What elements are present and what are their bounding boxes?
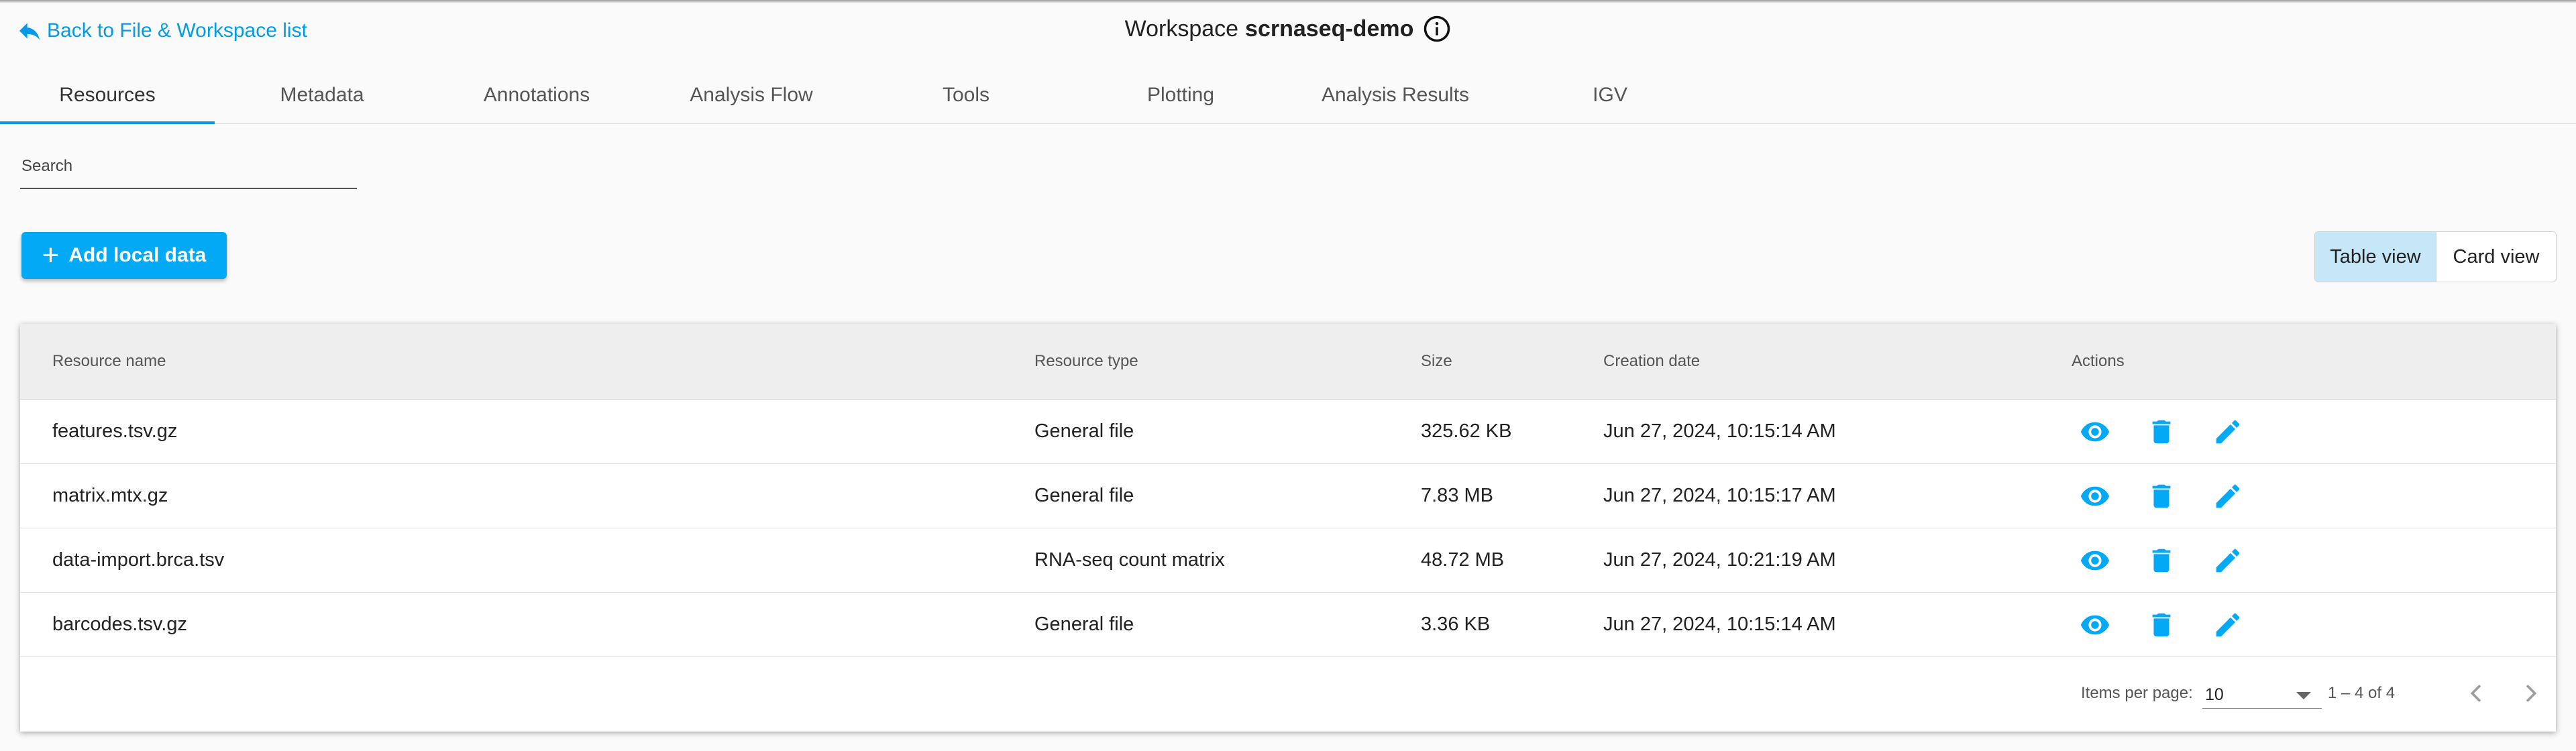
resource-name-cell: features.tsv.gz: [52, 420, 178, 442]
row-actions: [2080, 593, 2279, 656]
trash-icon: [2152, 548, 2171, 572]
resource-type-cell: General file: [1034, 485, 1134, 506]
pencil-icon: [2216, 420, 2240, 443]
edit-button[interactable]: [2212, 416, 2243, 447]
view-toggle: Table view Card view: [2314, 231, 2557, 282]
workspace-prefix: Workspace: [1124, 15, 1239, 42]
creation-date-cell: Jun 27, 2024, 10:15:17 AM: [1603, 485, 1836, 506]
tab-analysis-results[interactable]: Analysis Results: [1288, 67, 1503, 123]
tab-analysis-flow[interactable]: Analysis Flow: [644, 67, 859, 123]
delete-button[interactable]: [2146, 481, 2177, 512]
top-shadow: [0, 0, 2576, 3]
column-header-actions: Actions: [2072, 352, 2125, 370]
size-cell: 325.62 KB: [1421, 420, 1512, 442]
add-local-data-button[interactable]: + Add local data: [21, 232, 227, 279]
creation-date-cell: Jun 27, 2024, 10:15:14 AM: [1603, 614, 1836, 635]
table-row[interactable]: data-import.brca.tsv RNA-seq count matri…: [20, 528, 2556, 593]
edit-button[interactable]: [2212, 481, 2243, 512]
edit-button[interactable]: [2212, 610, 2243, 640]
next-page-button[interactable]: [2517, 680, 2544, 707]
creation-date-cell: Jun 27, 2024, 10:21:19 AM: [1603, 549, 1836, 571]
resource-type-cell: General file: [1034, 420, 1134, 442]
table-row[interactable]: barcodes.tsv.gz General file 3.36 KB Jun…: [20, 593, 2556, 657]
tab-bar: Resources Metadata Annotations Analysis …: [0, 67, 2576, 124]
chevron-right-icon: [2526, 685, 2537, 702]
tab-metadata[interactable]: Metadata: [215, 67, 429, 123]
eye-icon: [2080, 551, 2110, 570]
column-header-resource-type[interactable]: Resource type: [1034, 324, 1138, 399]
items-per-page-value: 10: [2205, 685, 2224, 704]
size-cell: 48.72 MB: [1421, 549, 1505, 571]
search-input[interactable]: [20, 164, 360, 186]
column-header-creation-date[interactable]: Creation date: [1603, 324, 1700, 399]
creation-date-cell: Jun 27, 2024, 10:15:14 AM: [1603, 420, 1836, 442]
row-actions: [2080, 464, 2279, 528]
resource-type-cell: RNA-seq count matrix: [1034, 549, 1225, 571]
tab-igv[interactable]: IGV: [1503, 67, 1717, 123]
row-actions: [2080, 528, 2279, 592]
size-cell: 7.83 MB: [1421, 485, 1493, 506]
table-row[interactable]: matrix.mtx.gz General file 7.83 MB Jun 2…: [20, 464, 2556, 528]
pencil-icon: [2216, 548, 2240, 572]
trash-icon: [2152, 484, 2171, 508]
resource-name-cell: data-import.brca.tsv: [52, 549, 225, 571]
workspace-title: Workspace scrnaseq-demo: [0, 15, 2576, 43]
workspace-name: scrnaseq-demo: [1245, 15, 1414, 42]
pencil-icon: [2216, 484, 2240, 508]
edit-button[interactable]: [2212, 545, 2243, 576]
resource-type-cell: General file: [1034, 614, 1134, 635]
view-button[interactable]: [2080, 545, 2110, 576]
row-actions: [2080, 400, 2279, 463]
table-row[interactable]: features.tsv.gz General file 325.62 KB J…: [20, 400, 2556, 464]
resource-name-cell: matrix.mtx.gz: [52, 485, 168, 506]
eye-icon: [2080, 486, 2110, 506]
card-view-button[interactable]: Card view: [2436, 232, 2556, 282]
items-per-page-label: Items per page:: [2081, 684, 2193, 702]
table-header: Resource name Resource type Size Creatio…: [20, 324, 2556, 400]
dropdown-caret-icon: [2296, 692, 2311, 699]
previous-page-button[interactable]: [2463, 680, 2490, 707]
eye-icon: [2080, 422, 2110, 441]
column-header-resource-name[interactable]: Resource name: [52, 324, 166, 399]
view-button[interactable]: [2080, 416, 2110, 447]
eye-icon: [2080, 615, 2110, 634]
size-cell: 3.36 KB: [1421, 614, 1491, 635]
tab-plotting[interactable]: Plotting: [1073, 67, 1288, 123]
resources-table: Resource name Resource type Size Creatio…: [20, 324, 2556, 732]
tab-resources[interactable]: Resources: [0, 67, 215, 124]
info-icon[interactable]: [1423, 15, 1451, 43]
trash-icon: [2152, 420, 2171, 443]
tab-tools[interactable]: Tools: [859, 67, 1073, 123]
trash-icon: [2152, 613, 2171, 636]
items-per-page-select[interactable]: 10: [2202, 676, 2322, 709]
plus-icon: +: [42, 239, 60, 272]
table-view-button[interactable]: Table view: [2315, 232, 2436, 282]
view-button[interactable]: [2080, 481, 2110, 512]
resource-name-cell: barcodes.tsv.gz: [52, 614, 187, 635]
tab-annotations[interactable]: Annotations: [429, 67, 644, 123]
delete-button[interactable]: [2146, 545, 2177, 576]
chevron-left-icon: [2470, 685, 2481, 702]
delete-button[interactable]: [2146, 416, 2177, 447]
paginator: Items per page: 10 1 – 4 of 4: [20, 656, 2556, 732]
add-local-data-label: Add local data: [68, 244, 207, 266]
pencil-icon: [2216, 613, 2240, 636]
page-range-label: 1 – 4 of 4: [2328, 684, 2396, 702]
view-button[interactable]: [2080, 610, 2110, 640]
search-field[interactable]: Search: [20, 153, 360, 189]
column-header-size[interactable]: Size: [1421, 324, 1452, 399]
delete-button[interactable]: [2146, 610, 2177, 640]
